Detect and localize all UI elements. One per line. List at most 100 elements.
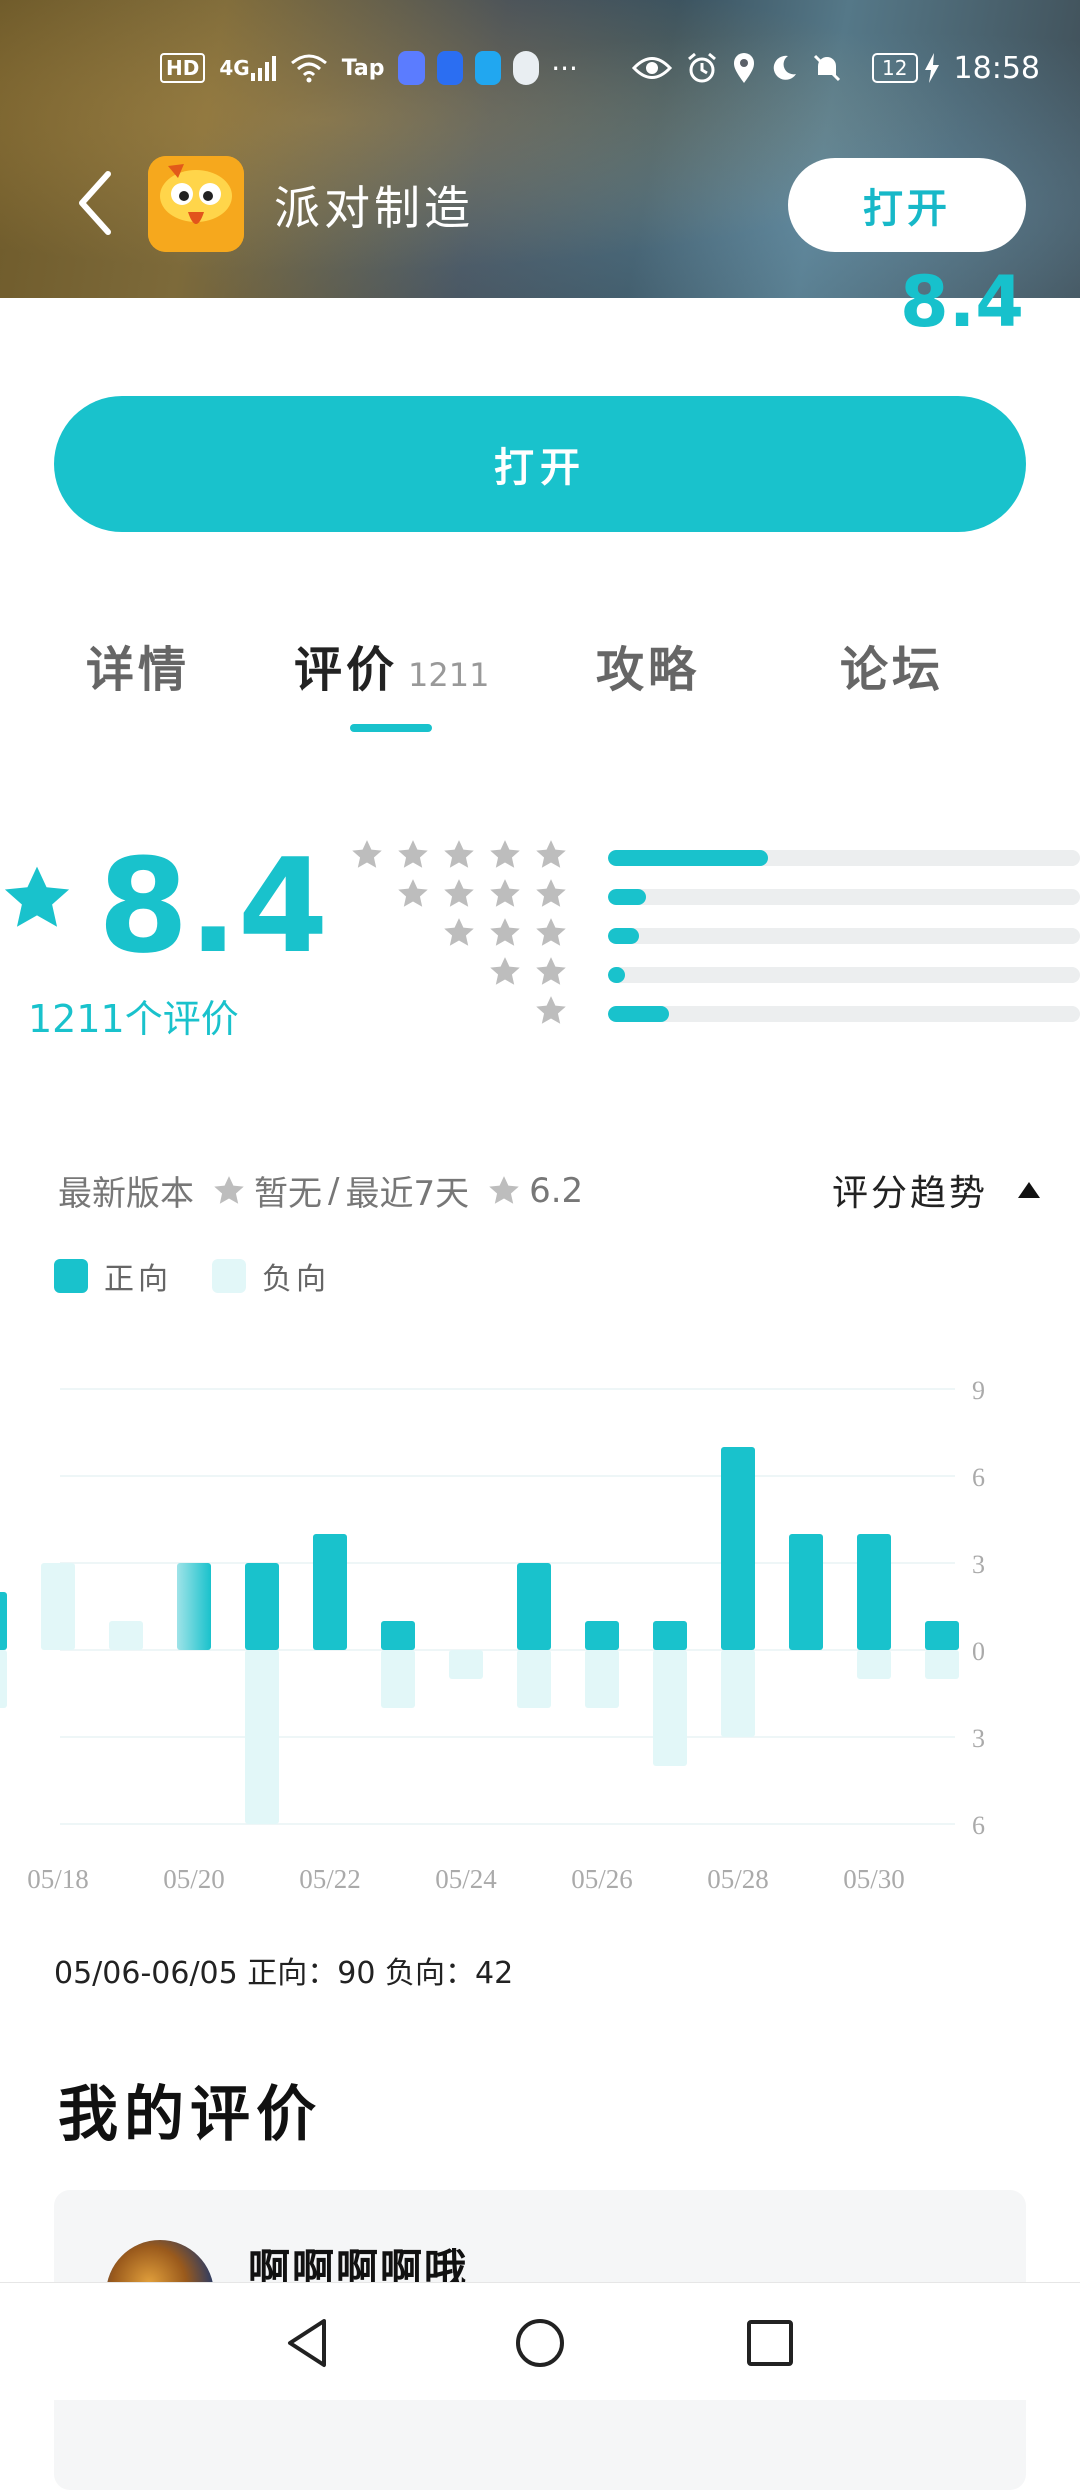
location-icon: [732, 52, 756, 84]
period-summary: 05/06-06/05 正向：90 负向：42: [54, 1956, 514, 1991]
status-bar: HD 4G Tap ··· 12 18:58: [160, 46, 1040, 90]
rating-distribution: [352, 838, 1080, 1033]
x-tick-label: 05/24: [435, 1864, 497, 1894]
y-tick-label: 3: [972, 1724, 985, 1753]
distribution-bar-fill: [608, 928, 639, 944]
back-arrow-icon[interactable]: [72, 168, 122, 238]
legend-swatch-negative: [212, 1259, 246, 1293]
rating-trend-toggle[interactable]: 评分趋势: [832, 1164, 1040, 1216]
tab-details[interactable]: 详情: [86, 630, 190, 700]
x-tick-label: 05/18: [27, 1864, 89, 1894]
star-icon: [536, 879, 566, 907]
alarm-icon: [686, 52, 718, 84]
y-tick-label: 6: [972, 1463, 985, 1492]
tab-reviews[interactable]: 评价 1211: [294, 630, 489, 700]
distribution-bar-fill: [608, 967, 625, 983]
tab-label: 评价: [294, 642, 399, 698]
bar-negative: [653, 1650, 687, 1766]
star-icon: [352, 840, 382, 868]
x-tick-label: 05/28: [707, 1864, 769, 1894]
bar-positive: [177, 1563, 211, 1650]
bar-positive: [925, 1621, 959, 1650]
bar-positive: [41, 1563, 75, 1650]
eye-icon: [631, 55, 672, 81]
x-tick-label: 05/30: [843, 1864, 905, 1894]
active-tab-indicator: [350, 724, 432, 732]
star-icon: [536, 918, 566, 946]
distribution-bar-track: [608, 850, 1080, 866]
network-type: 4G: [219, 56, 250, 80]
star-icon: [398, 840, 428, 868]
header-open-button[interactable]: 打开: [788, 158, 1026, 252]
distribution-stars: [338, 838, 568, 872]
search-app-icon: [474, 51, 502, 85]
bar-positive: [721, 1447, 755, 1650]
x-tick-label: 05/26: [571, 1864, 633, 1894]
tab-guides[interactable]: 攻略: [596, 630, 700, 700]
star-icon: [536, 957, 566, 985]
clock: 18:58: [953, 50, 1040, 86]
star-icon: [444, 840, 474, 868]
bar-positive: [585, 1621, 619, 1650]
distribution-row-2-star: [360, 955, 1080, 994]
y-tick-label: 0: [972, 1637, 985, 1666]
nav-recents-icon[interactable]: [740, 2313, 800, 2373]
bar-negative: [721, 1650, 755, 1737]
bar-positive: [109, 1621, 143, 1650]
bar-negative: [857, 1650, 891, 1679]
bar-positive: [857, 1534, 891, 1650]
average-score: 8.4: [98, 830, 329, 982]
distribution-row-3-star: [360, 916, 1080, 955]
legend-positive-label: 正向: [104, 1262, 172, 1297]
nav-home-icon[interactable]: [510, 2313, 570, 2373]
star-icon: [490, 957, 520, 985]
open-button[interactable]: 打开: [54, 396, 1026, 532]
tab-label: 论坛: [840, 642, 945, 698]
peek-score: 8.4: [899, 272, 1024, 336]
hd-indicator: HD: [160, 53, 206, 83]
taptap-icon: Tap: [341, 55, 385, 81]
rating-trend-chart: 9 6 3 0 3 6 05/18 05/20 05/22 05/24 05/26 05/28 05/3…: [0, 1376, 985, 1894]
bar-negative: [517, 1650, 551, 1708]
star-icon: [444, 918, 474, 946]
star-icon: [490, 879, 520, 907]
star-icon: [490, 918, 520, 946]
bar-negative: [585, 1650, 619, 1708]
tab-label: 详情: [86, 642, 191, 698]
recent-7-days-label: 最近7天: [345, 1174, 470, 1214]
music-app-icon: [398, 51, 425, 85]
bar-negative: [381, 1650, 415, 1708]
bar-positive: [381, 1621, 415, 1650]
tab-bar: 详情 评价 1211 攻略 论坛: [0, 630, 1080, 710]
distribution-stars: [384, 877, 568, 911]
legend-negative-label: 负向: [262, 1262, 330, 1297]
distribution-row-4-star: [360, 877, 1080, 916]
bar-positive: [517, 1563, 551, 1650]
signal-icon: [250, 56, 276, 81]
bar-negative: [449, 1650, 483, 1679]
distribution-stars: [522, 994, 568, 1028]
network-indicator: 4G: [219, 55, 276, 81]
app-title: 派对制造: [274, 181, 474, 235]
tab-forum[interactable]: 论坛: [840, 630, 944, 700]
legend-swatch-positive: [54, 1259, 88, 1293]
star-icon: [536, 996, 566, 1024]
legend-positive: 正向: [54, 1254, 172, 1298]
nav-back-icon[interactable]: [278, 2313, 338, 2373]
separator: /: [328, 1170, 340, 1211]
trend-toggle-label: 评分趋势: [831, 1173, 988, 1214]
distribution-bar-fill: [608, 889, 646, 905]
latest-version-label: 最新版本: [58, 1174, 194, 1214]
star-icon: [489, 1175, 519, 1204]
x-tick-label: 05/22: [299, 1864, 361, 1894]
wifi-icon: [290, 53, 328, 83]
distribution-bar-track: [608, 889, 1080, 905]
bar-negative: [925, 1650, 959, 1679]
distribution-bar-fill: [608, 1006, 670, 1022]
bulb-app-icon: [436, 51, 463, 85]
moon-icon: [770, 54, 798, 82]
mute-icon: [812, 53, 842, 83]
y-tick-label: 9: [972, 1376, 985, 1405]
legend-negative: 负向: [212, 1254, 330, 1298]
distribution-row-5-star: [352, 838, 1080, 877]
